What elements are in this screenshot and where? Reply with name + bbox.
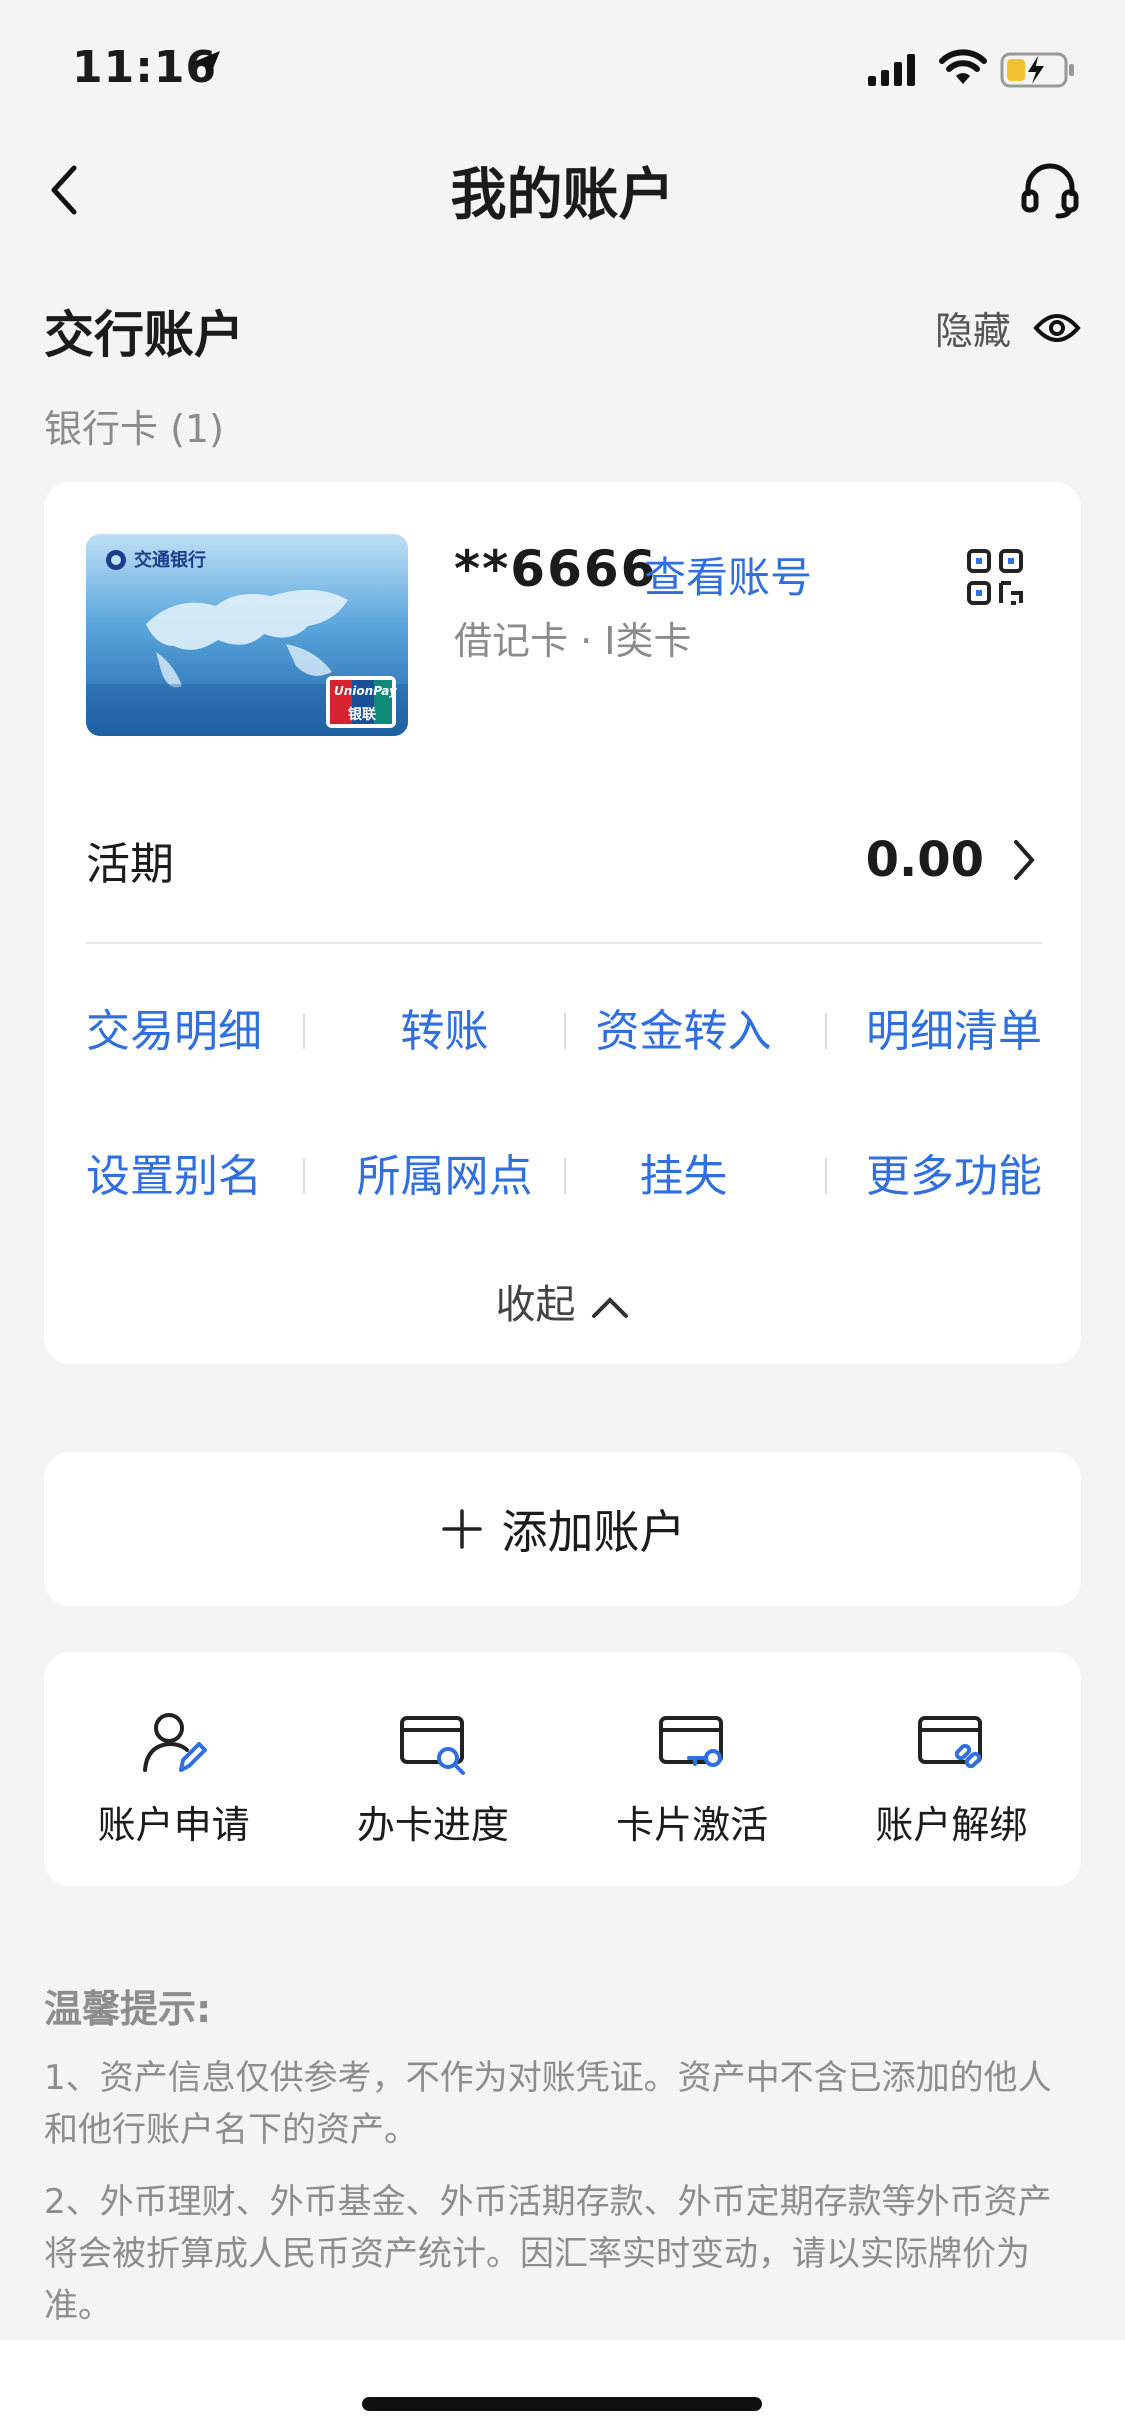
collapse-button[interactable]: 收起 <box>44 1272 1081 1330</box>
card-actions-row-1: 交易明细 转账 资金转入 明细清单 <box>86 987 1042 1067</box>
card-number: **6666 <box>454 540 658 598</box>
status-bar: 11:16 <box>0 0 1125 140</box>
qr-code-icon[interactable] <box>966 548 1024 606</box>
view-account-link[interactable]: 查看账号 <box>644 544 812 605</box>
action-transaction-detail[interactable]: 交易明细 <box>86 995 325 1059</box>
current-deposit-label: 活期 <box>86 839 174 890</box>
action-more[interactable]: 更多功能 <box>803 1140 1042 1204</box>
tip-item: 1、资产信息仅供参考，不作为对账凭证。资产中不含已添加的他人和他行账户名下的资产… <box>44 2058 1052 2150</box>
current-deposit-row[interactable]: 活期 0.00 <box>86 822 1042 912</box>
cellular-signal-icon <box>868 54 915 86</box>
service-label: 账户申请 <box>97 1803 250 1847</box>
service-card-activate[interactable]: 卡片激活 <box>563 1652 822 1886</box>
action-fund-in[interactable]: 资金转入 <box>564 995 803 1059</box>
service-label: 办卡进度 <box>356 1803 509 1847</box>
section-title: 交行账户 <box>44 306 244 364</box>
action-transfer[interactable]: 转账 <box>303 995 564 1059</box>
home-indicator[interactable] <box>362 2397 762 2411</box>
collapse-label: 收起 <box>495 1282 576 1328</box>
card-search-icon <box>399 1716 465 1775</box>
chevron-right-icon <box>1014 840 1035 880</box>
service-label: 卡片激活 <box>616 1803 769 1847</box>
service-account-unbind[interactable]: 账户解绑 <box>822 1652 1081 1886</box>
user-edit-icon <box>142 1713 207 1772</box>
service-label: 账户解绑 <box>875 1803 1028 1847</box>
plus-icon <box>441 1509 482 1549</box>
divider <box>86 942 1042 944</box>
add-account-label: 添加账户 <box>501 1505 686 1559</box>
service-card-progress[interactable]: 办卡进度 <box>303 1652 562 1886</box>
service-account-apply[interactable]: 账户申请 <box>44 1652 303 1886</box>
wifi-icon <box>939 49 987 84</box>
tip-item: 2、外币理财、外币基金、外币活期存款、外币定期存款等外币资产将会被折算成人民币资… <box>44 2182 1052 2326</box>
bank-logo-text: 交通银行 <box>134 550 206 571</box>
page-title: 我的账户 <box>450 163 675 228</box>
bank-card-image[interactable]: 交通银行 UnionPay 银联 <box>86 534 408 736</box>
action-report-loss[interactable]: 挂失 <box>564 1140 803 1204</box>
chevron-up-icon <box>591 1297 628 1318</box>
battery-charging-icon <box>1000 52 1074 88</box>
current-deposit-balance: 0.00 <box>865 832 984 888</box>
unionpay-text: UnionPay <box>334 684 397 698</box>
hide-label: 隐藏 <box>934 309 1011 353</box>
tips-title: 温馨提示: <box>44 1987 212 2031</box>
add-account-button[interactable]: 添加账户 <box>44 1452 1081 1606</box>
unionpay-cn-text: 银联 <box>348 707 376 723</box>
card-key-icon <box>659 1716 724 1767</box>
action-branch[interactable]: 所属网点 <box>303 1140 564 1204</box>
card-unlink-icon <box>918 1716 983 1769</box>
action-statement[interactable]: 明细清单 <box>803 995 1042 1059</box>
service-grid: 账户申请 办卡进度 卡片激活 账户解绑 <box>44 1652 1081 1886</box>
home-indicator-area <box>0 2340 1125 2435</box>
action-set-alias[interactable]: 设置别名 <box>86 1140 325 1204</box>
headset-icon[interactable] <box>1018 158 1082 222</box>
hide-toggle[interactable]: 隐藏 <box>935 300 1081 355</box>
location-arrow-icon <box>191 51 220 81</box>
bankcard-count: 银行卡 (1) <box>44 407 224 451</box>
bank-card-panel: 交通银行 UnionPay 银联 **6666 查看账号 借记卡 · I类卡 活… <box>44 482 1081 1364</box>
card-actions-row-2: 设置别名 所属网点 挂失 更多功能 <box>86 1132 1042 1212</box>
eye-icon <box>1033 313 1081 342</box>
card-type: 借记卡 · I类卡 <box>454 619 692 663</box>
